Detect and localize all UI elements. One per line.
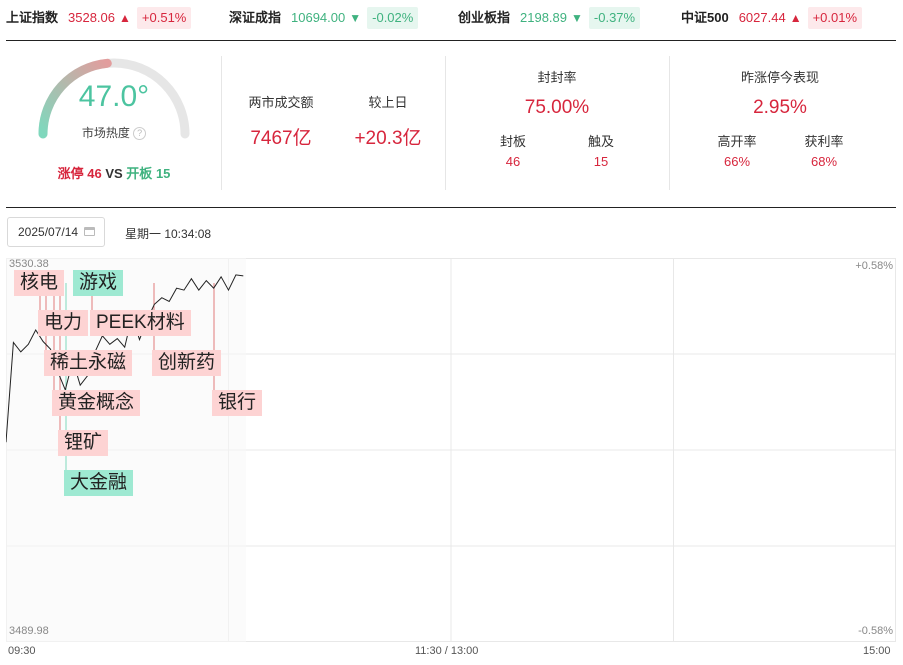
divider [221,56,222,190]
index-value: 3528.06 [68,10,116,25]
event-tag[interactable]: 银行 [212,390,263,416]
event-tag[interactable]: 锂矿 [58,430,109,456]
seal-rate-label: 封封率 [537,70,577,85]
touched-value: 15 [593,154,609,169]
limit-vs-row: 涨停 46 VS 开板 15 [34,163,194,182]
high-open-label: 高开率 [717,134,757,149]
index-change-badge: -0.02% [367,7,419,29]
broken-label: 开板 [126,166,153,181]
event-tag[interactable]: 大金融 [64,470,134,496]
limit-up-label: 涨停 [57,166,84,181]
seal-rate-value: 75.00% [524,97,590,118]
broken-count: 15 [155,166,171,181]
x-label-mid: 11:30 / 13:00 [415,645,479,657]
index-name: 创业板指 [458,10,511,25]
event-tag[interactable]: 电力 [38,310,89,336]
event-tag[interactable]: 游戏 [73,270,124,296]
event-tag[interactable]: 稀土永磁 [44,350,133,376]
heat-label: 市场热度 [81,126,130,140]
y-bottom-label: 3489.98 [9,625,49,637]
index-item-sh[interactable]: 上证指数 3528.06 ▲ +0.51% [6,7,192,29]
date-picker[interactable]: 2025/07/14 [7,217,105,247]
event-tag[interactable]: PEEK材料 [90,310,191,336]
index-change-badge: +0.51% [136,7,192,29]
market-heat-panel: 47.0° 市场热度 ? 涨停 46 VS 开板 15 [34,52,194,192]
divider [445,56,446,190]
index-ticker-strip: 上证指数 3528.06 ▲ +0.51% 深证成指 10694.00 ▼ -0.02% 创… [0,0,903,38]
arrow-down-icon: ▼ [349,11,362,25]
heat-value: 47.0° [78,80,150,113]
vs-prev-label: 较上日 [368,95,408,110]
index-item-zz500[interactable]: 中证500 6027.44 ▲ +0.01% [681,7,863,29]
vs-text: VS [105,166,123,181]
index-change-badge: +0.01% [807,7,863,29]
index-item-sz[interactable]: 深证成指 10694.00 ▼ -0.02% [229,7,419,29]
weekday-time: 星期一 10:34:08 [125,227,212,241]
profit-label: 获利率 [804,134,844,149]
x-label-open: 09:30 [8,645,36,657]
index-value: 10694.00 [291,10,346,25]
limit-up-count: 46 [87,166,102,181]
touched-label: 触及 [587,134,614,149]
index-value: 2198.89 [520,10,568,25]
sealed-value: 46 [505,154,521,169]
divider [6,40,896,41]
profit-value: 68% [810,154,838,169]
arrow-up-icon: ▲ [119,11,131,25]
divider [669,56,670,190]
x-label-close: 15:00 [863,645,891,657]
turnover-value: 7467亿 [250,128,312,149]
heat-label-row: 市场热度 ? [34,124,194,141]
index-name: 深证成指 [229,10,282,25]
yesterday-label: 昨涨停今表现 [740,70,819,85]
vs-prev-value: +20.3亿 [354,128,422,149]
divider [6,207,896,208]
calendar-icon [84,227,95,236]
event-tag[interactable]: 黄金概念 [52,390,141,416]
arrow-down-icon: ▼ [571,11,583,25]
pct-bottom-label: -0.58% [858,625,893,637]
date-value: 2025/07/14 [18,225,79,239]
turnover-label: 两市成交额 [248,95,314,110]
index-name: 中证500 [681,10,729,25]
y-top-label: 3530.38 [9,258,49,270]
pct-top-label: +0.58% [855,260,893,272]
intraday-chart[interactable]: 3530.38 3489.98 +0.58% -0.58% 核电 游戏电力 PEEK… [6,258,896,642]
index-name: 上证指数 [6,10,59,25]
index-value: 6027.44 [738,10,786,25]
index-item-cyb[interactable]: 创业板指 2198.89 ▼ -0.37% [458,7,641,29]
index-change-badge: -0.37% [588,7,641,29]
yesterday-value: 2.95% [753,97,807,118]
sealed-label: 封板 [499,134,526,149]
arrow-up-icon: ▲ [789,11,802,25]
high-open-value: 66% [723,154,751,169]
event-tag[interactable]: 创新药 [152,350,222,376]
event-tag[interactable]: 核电 [14,270,65,296]
question-circle-icon[interactable]: ? [133,127,147,141]
